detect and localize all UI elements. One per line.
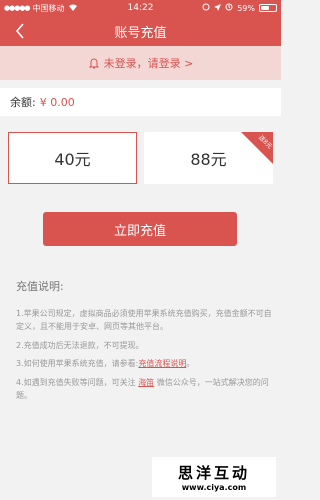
watermark: 思洋互动 www.ciya.com [152, 457, 276, 497]
info-item-text: 。 [186, 359, 195, 369]
alarm-icon [225, 3, 233, 13]
recharge-info: 充值说明: 1.苹果公司规定，虚拟商品必须使用苹果系统充值购买，充值金额不可自定… [16, 278, 274, 409]
info-item: 4.如遇到充值失败等问题，可关注 海笛 微信公众号，一站式解决您的问题。 [16, 377, 274, 403]
watermark-url: www.ciya.com [181, 483, 247, 492]
page-title: 账号充值 [114, 25, 167, 41]
battery-level [261, 6, 270, 10]
battery-percent: 59% [237, 3, 255, 13]
amount-option-40[interactable]: 40元 [8, 132, 137, 184]
info-item: 2.充值成功后无法退款，不可提现。 [16, 340, 144, 350]
info-item: 1.苹果公司规定，虚拟商品必须使用苹果系统充值购买，充值金额不可自定义，且不能用… [16, 309, 272, 331]
wifi-icon [68, 3, 78, 13]
info-item: 3.如何使用苹果系统充值，请参看:充值流程说明。 [16, 358, 274, 371]
balance-row: 余额: ¥ 0.00 [0, 88, 281, 116]
amount-label: 88元 [190, 150, 227, 169]
battery-icon [259, 4, 277, 12]
watermark-name: 思洋互动 [177, 464, 250, 482]
signal-icon: ●●●●● [4, 4, 31, 12]
nav-bar: 账号充值 [0, 16, 281, 46]
recharge-guide-link[interactable]: 充值流程说明 [138, 359, 186, 368]
back-button[interactable] [10, 21, 30, 41]
amount-options: 40元 88元 送8元 [8, 132, 273, 184]
carrier-label: 中国移动 [32, 3, 65, 13]
status-time: 14:22 [127, 3, 154, 13]
bell-icon [88, 58, 99, 69]
lock-rotation-icon [202, 3, 210, 13]
info-item-text: 4.如遇到充值失败等问题，可关注 [16, 378, 136, 388]
status-bar: ●●●●● 中国移动 14:22 59% [0, 0, 281, 16]
balance-value: ¥ 0.00 [39, 95, 75, 109]
info-title: 充值说明: [16, 280, 64, 293]
wechat-account-link[interactable]: 海笛 [138, 378, 154, 387]
chevron-left-icon [15, 23, 24, 39]
recharge-button[interactable]: 立即充值 [43, 212, 237, 246]
amount-option-88[interactable]: 88元 送8元 [144, 132, 273, 184]
amount-label: 40元 [54, 150, 91, 169]
location-icon [214, 3, 222, 13]
login-notice-text: 未登录，请登录 > [103, 57, 194, 70]
balance-label: 余额: [10, 96, 36, 109]
login-notice[interactable]: 未登录，请登录 > [0, 46, 281, 80]
info-item-text: 3.如何使用苹果系统充值，请参看: [16, 359, 139, 369]
